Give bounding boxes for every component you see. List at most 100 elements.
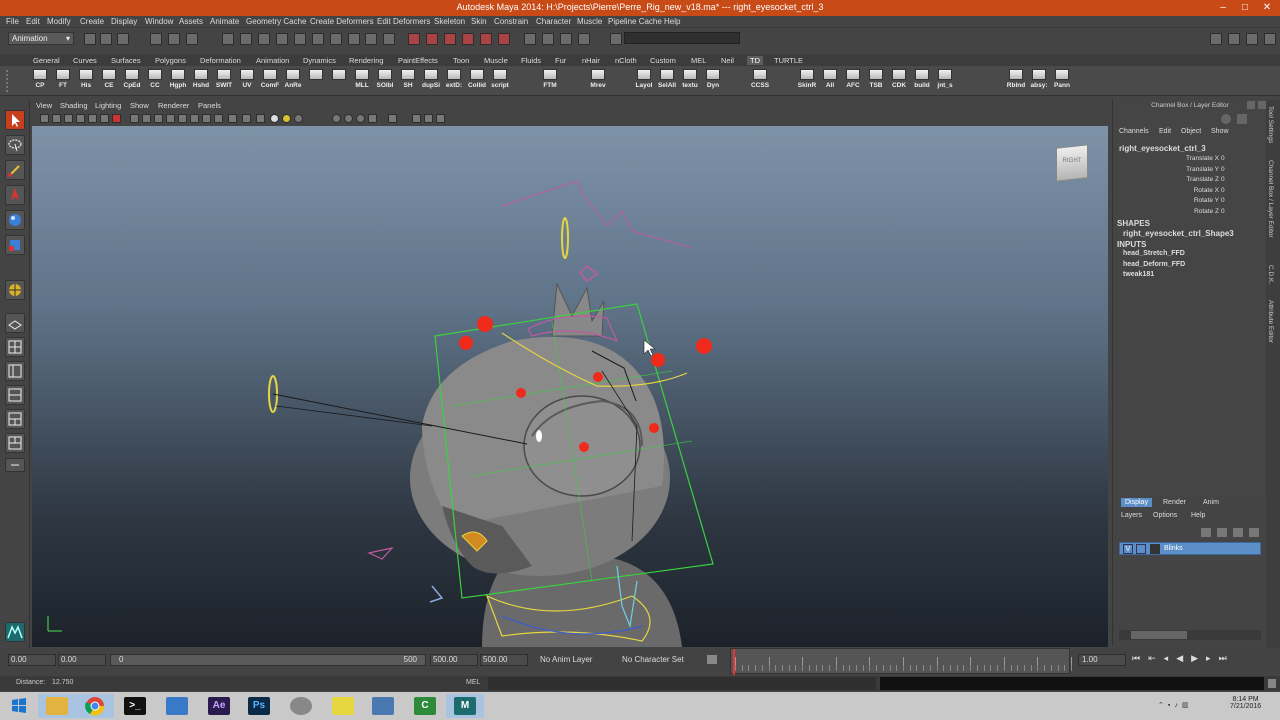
channel-row[interactable]: Rotate Y0 [1113,196,1263,207]
layer-horizontal-scrollbar[interactable] [1119,630,1261,640]
beak-tip-control[interactable] [429,585,444,603]
paint-select-tool-icon[interactable] [5,160,25,180]
menu-skeleton[interactable]: Skeleton [434,17,465,26]
shelf-button-skinr-28[interactable]: SkinR [797,68,817,94]
shelf-tab-surfaces[interactable]: Surfaces [108,56,144,65]
scrollbar-thumb[interactable] [1131,631,1187,639]
input-line-icon[interactable] [610,33,622,45]
new-empty-layer-icon[interactable] [1201,528,1211,537]
viewport-menu-shading[interactable]: Shading [60,101,88,110]
new-layer-selected-icon[interactable] [1217,528,1227,537]
photoshop-icon[interactable]: Ps [240,694,278,718]
layer-menu-layers[interactable]: Layers [1121,512,1142,519]
viewport-menu-lighting[interactable]: Lighting [95,101,121,110]
shelf-tab-general[interactable]: General [30,56,63,65]
side-tab-c-d-k-[interactable]: C.D.K. [1267,265,1274,284]
resolution-gate-icon[interactable] [112,114,121,123]
maximize-button[interactable]: □ [1234,0,1256,16]
layer-visibility-toggle[interactable]: V [1123,544,1133,554]
shelf-button-hgph-6[interactable]: Hgph [168,68,188,94]
character-set-dropdown[interactable]: No Character Set [622,655,684,664]
layer-menu-options[interactable]: Options [1153,512,1177,519]
shelf-tab-fluids[interactable]: Fluids [518,56,544,65]
field-chart-icon[interactable] [142,114,151,123]
go-to-end-button[interactable]: ⏭ [1219,653,1235,663]
anti-aliasing-icon[interactable] [356,114,365,123]
close-button[interactable]: ✕ [1256,0,1278,16]
mask-curves-icon[interactable] [258,33,270,45]
channel-box-menu-object[interactable]: Object [1181,128,1201,135]
mask-surfaces-icon[interactable] [276,33,288,45]
xray-icon[interactable] [214,114,223,123]
calculator-icon[interactable] [364,694,402,718]
scale-tool-icon[interactable] [5,235,25,255]
select-object-icon[interactable] [168,33,180,45]
command-language-label[interactable]: MEL [466,679,480,686]
depth-of-field-icon[interactable] [368,114,377,123]
shelf-button-ft-1[interactable]: FT [53,68,73,94]
safe-action-icon[interactable] [154,114,163,123]
layer-color-swatch[interactable] [1150,544,1160,554]
shelf-tab-ncloth[interactable]: nCloth [612,56,640,65]
shelf-tab-toon[interactable]: Toon [450,56,472,65]
input-node[interactable]: head_Deform_FFD [1123,261,1185,272]
highlight-selection-icon[interactable] [383,33,395,45]
layer-tab-render[interactable]: Render [1159,498,1190,507]
channel-box-menu-edit[interactable]: Edit [1159,128,1171,135]
shelf-tab-custom[interactable]: Custom [647,56,679,65]
side-tab-channel-box-layer-editor[interactable]: Channel Box / Layer Editor [1267,160,1274,238]
step-back-key-button[interactable]: ⇤ [1148,653,1164,663]
attribute-editor-toggle-icon[interactable] [1228,33,1240,45]
shelf-button-all-29[interactable]: All [820,68,840,94]
grid-icon[interactable] [88,114,97,123]
channel-value[interactable]: 0 [1221,187,1225,194]
layer-editor-toggle-icon[interactable] [1237,114,1247,124]
float-panel-icon[interactable] [1247,101,1255,109]
head-top-control[interactable] [561,217,569,259]
wireframe-on-shaded-icon[interactable] [202,114,211,123]
shelf-button-mrev-22[interactable]: Mrev [588,68,608,94]
shelf-button-selall-24[interactable]: SelAll [657,68,677,94]
shelf-tab-dynamics[interactable]: Dynamics [300,56,339,65]
sticky-notes-icon[interactable] [324,694,362,718]
shelf-button-anre-11[interactable]: AnRe [283,68,303,94]
snap-curve-icon[interactable] [426,33,438,45]
shelf-button-uv-9[interactable]: UV [237,68,257,94]
layer-playback-toggle[interactable] [1136,544,1146,554]
shelf-button-layol-23[interactable]: Layol [634,68,654,94]
go-to-start-button[interactable]: ⏮ [1132,653,1148,663]
script-editor-icon[interactable] [1268,679,1276,688]
new-scene-icon[interactable] [84,33,96,45]
mask-dynamics-icon[interactable] [312,33,324,45]
menu-help[interactable]: Help [664,17,680,26]
shelf-tab-deformation[interactable]: Deformation [197,56,244,65]
hypershade-layout-icon[interactable] [5,409,25,429]
shelf-button-pann-37[interactable]: Pann [1052,68,1072,94]
wireframe-icon[interactable] [178,114,187,123]
gate-mask-icon[interactable] [130,114,139,123]
shelf-button-textu-25[interactable]: textu [680,68,700,94]
perspective-viewport[interactable]: RIGHT [32,126,1108,647]
snap-plane-icon[interactable] [462,33,474,45]
isolate-select-icon[interactable] [388,114,397,123]
shelf-button-script-20[interactable]: script [490,68,510,94]
menu-create-deformers[interactable]: Create Deformers [310,17,374,26]
selected-object-name[interactable]: right_eyesocket_ctrl_3 [1119,144,1206,153]
menu-edit[interactable]: Edit [26,17,40,26]
shelf-button-comf-10[interactable]: ComF [260,68,280,94]
menu-constrain[interactable]: Constrain [494,17,528,26]
range-slider[interactable]: 0 500 [110,654,426,666]
file-manager-icon[interactable] [158,694,196,718]
channel-value[interactable]: 0 [1221,166,1225,173]
animation-start-field[interactable]: 0.00 [8,654,56,666]
mask-misc-icon[interactable] [348,33,360,45]
channel-row[interactable]: Translate Z0 [1113,175,1263,186]
clock[interactable]: 8:14 PM 7/21/2016 [1230,696,1261,710]
shape-name[interactable]: right_eyesocket_ctrl_Shape3 [1123,229,1234,238]
film-gate-icon[interactable] [100,114,109,123]
shelf-button-extd-18[interactable]: extD: [444,68,464,94]
tool-settings-toggle-icon[interactable] [1264,33,1276,45]
shadows-icon[interactable] [294,114,303,123]
screen-space-ao-icon[interactable] [332,114,341,123]
shelf-button-mll-14[interactable]: MLL [352,68,372,94]
